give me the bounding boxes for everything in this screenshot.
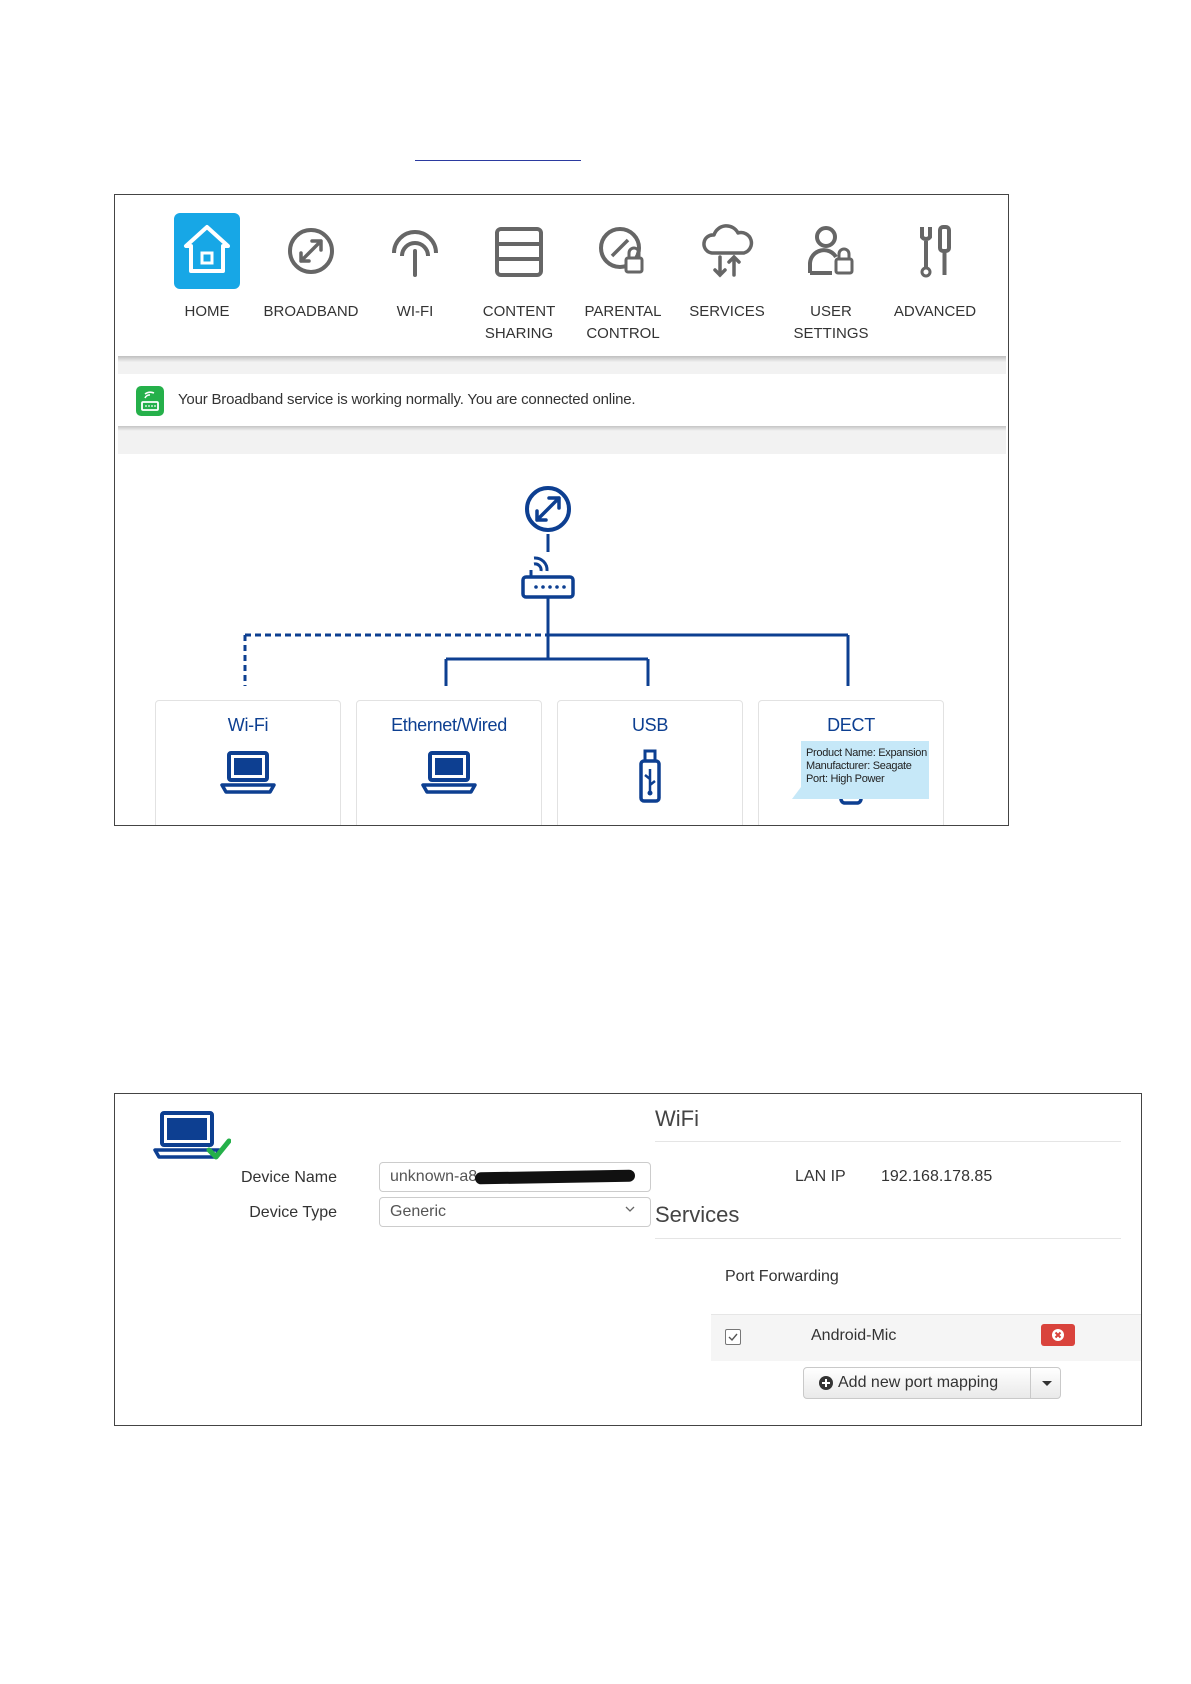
section-divider bbox=[655, 1141, 1121, 1142]
device-card-ethernet[interactable]: Ethernet/Wired bbox=[356, 700, 542, 825]
status-divider bbox=[118, 426, 1006, 431]
device-details-screenshot: Device Name unknown-a8 Device Type Gener… bbox=[114, 1093, 1142, 1426]
lan-ip-value: 192.168.178.85 bbox=[881, 1168, 993, 1185]
port-mapping-row: Android-Mic bbox=[711, 1314, 1141, 1361]
parental-control-icon bbox=[590, 213, 656, 289]
advanced-icon bbox=[902, 213, 968, 289]
nav-parental-control-label: PARENTAL CONTROL bbox=[584, 303, 662, 342]
router-status-icon bbox=[136, 386, 164, 416]
wifi-icon bbox=[382, 213, 448, 289]
delete-mapping-button[interactable] bbox=[1041, 1324, 1075, 1346]
nav-broadband-label: BROADBAND bbox=[263, 303, 359, 320]
nav-services[interactable]: SERVICES bbox=[675, 213, 779, 323]
nav-advanced-label: ADVANCED bbox=[893, 303, 977, 320]
lan-ip-label: LAN IP bbox=[795, 1168, 846, 1185]
nav-user-settings-label: USER SETTINGS bbox=[793, 303, 869, 342]
wifi-section-title: WiFi bbox=[655, 1106, 699, 1131]
services-icon bbox=[694, 213, 760, 289]
tooltip-product-name: Product Name: Expansion bbox=[806, 747, 927, 759]
device-name-label: Device Name bbox=[240, 1169, 337, 1186]
dropdown-caret-icon[interactable] bbox=[1042, 1381, 1052, 1386]
plus-circle-icon bbox=[819, 1376, 833, 1390]
laptop-icon bbox=[220, 749, 276, 800]
main-navigation: HOME BROADBAND WI-FI CONTENT SHARING PAR bbox=[118, 195, 1006, 356]
device-type-label: Device Type bbox=[249, 1204, 337, 1221]
nav-advanced[interactable]: ADVANCED bbox=[883, 213, 987, 323]
usb-device-tooltip: Product Name: Expansion Manufacturer: Se… bbox=[792, 741, 929, 799]
nav-content-sharing-label: CONTENT SHARING bbox=[482, 303, 556, 342]
chevron-down-icon bbox=[625, 1206, 635, 1212]
nav-home[interactable]: HOME bbox=[155, 213, 259, 323]
broadband-icon bbox=[278, 213, 344, 289]
nav-parental-control[interactable]: PARENTAL CONTROL bbox=[571, 213, 675, 345]
status-area: Your Broadband service is working normal… bbox=[118, 362, 1006, 454]
home-icon bbox=[174, 213, 240, 289]
laptop-icon bbox=[421, 749, 477, 800]
add-port-mapping-label: Add new port mapping bbox=[838, 1374, 999, 1391]
connected-laptop-icon bbox=[153, 1110, 232, 1167]
nav-user-settings[interactable]: USER SETTINGS bbox=[779, 213, 883, 345]
device-card-usb[interactable]: USB bbox=[557, 700, 743, 825]
close-circle-icon bbox=[1052, 1329, 1064, 1341]
status-bar: Your Broadband service is working normal… bbox=[118, 374, 1006, 426]
router-icon bbox=[521, 556, 575, 599]
port-forwarding-label: Port Forwarding bbox=[725, 1268, 839, 1285]
mapping-enabled-checkbox[interactable] bbox=[725, 1329, 741, 1345]
router-home-screenshot: HOME BROADBAND WI-FI CONTENT SHARING PAR bbox=[114, 194, 1009, 826]
hyperlink-underline[interactable] bbox=[415, 160, 581, 161]
internet-globe-icon bbox=[525, 486, 571, 532]
usb-stick-icon bbox=[637, 749, 663, 810]
nav-home-label: HOME bbox=[184, 303, 230, 320]
user-settings-icon bbox=[798, 213, 864, 289]
nav-services-label: SERVICES bbox=[689, 303, 765, 320]
add-port-mapping-button[interactable]: Add new port mapping bbox=[804, 1368, 1031, 1398]
nav-wifi-label: WI-FI bbox=[396, 303, 434, 320]
tooltip-port: Port: High Power bbox=[806, 773, 885, 785]
nav-broadband[interactable]: BROADBAND bbox=[259, 213, 363, 323]
mapping-name: Android-Mic bbox=[811, 1327, 897, 1344]
device-card-wifi[interactable]: Wi-Fi bbox=[155, 700, 341, 825]
content-sharing-icon bbox=[486, 213, 552, 289]
tooltip-manufacturer: Manufacturer: Seagate bbox=[806, 760, 912, 772]
card-title: Wi-Fi bbox=[227, 715, 269, 735]
card-title: USB bbox=[631, 715, 669, 735]
checkmark-icon bbox=[728, 1333, 738, 1342]
add-port-mapping-button-group: Add new port mapping bbox=[803, 1367, 1061, 1399]
card-title: DECT bbox=[827, 715, 875, 735]
services-section-title: Services bbox=[655, 1202, 740, 1227]
card-title: Ethernet/Wired bbox=[391, 715, 507, 735]
device-type-select[interactable]: Generic bbox=[379, 1197, 651, 1227]
nav-wifi[interactable]: WI-FI bbox=[363, 213, 467, 323]
nav-content-sharing[interactable]: CONTENT SHARING bbox=[467, 213, 571, 345]
status-message: Your Broadband service is working normal… bbox=[178, 391, 636, 408]
section-divider bbox=[655, 1238, 1121, 1239]
